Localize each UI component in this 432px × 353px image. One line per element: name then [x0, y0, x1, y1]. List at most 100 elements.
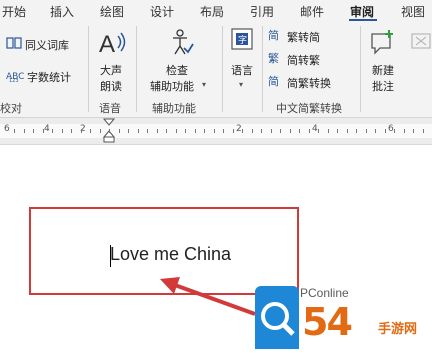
- group-label-accessibility: 辅助功能: [152, 102, 196, 115]
- ruler-tick: [242, 129, 243, 133]
- check-accessibility-button[interactable]: 检查 辅助功能 ▾: [148, 28, 214, 94]
- ruler-tick: [251, 129, 253, 133]
- svg-text:简: 简: [268, 28, 279, 42]
- ruler-tick: [289, 129, 291, 133]
- language-icon: 字: [231, 28, 255, 58]
- ruler-number: 2: [236, 124, 242, 134]
- word-count-icon: ABC 123: [6, 68, 24, 85]
- ruler-tick: [384, 129, 386, 133]
- ruler-number: 6: [4, 124, 10, 134]
- chevron-down-icon: ▾: [239, 80, 244, 89]
- ruler-tick: [137, 129, 139, 133]
- pointer-arrow: [160, 277, 256, 316]
- ruler-tick: [280, 129, 281, 133]
- ruler-tick: [147, 129, 148, 133]
- ruler-tick: [213, 129, 215, 133]
- ruler-tick: [403, 129, 405, 133]
- group-separator: [262, 26, 263, 112]
- trad-to-simp-icon: 简: [268, 28, 284, 45]
- delete-comment-button[interactable]: [408, 28, 432, 68]
- ruler-tick: [299, 129, 300, 133]
- new-comment-label-1: 新建: [372, 64, 394, 77]
- ruler-tick: [14, 129, 15, 133]
- group-separator: [360, 26, 361, 112]
- word-count-button[interactable]: ABC 123 字数统计: [6, 68, 71, 85]
- ruler-tick: [261, 129, 262, 133]
- ruler-tick: [99, 129, 101, 133]
- simplified-to-traditional-button[interactable]: 繁 简转繁: [268, 51, 320, 68]
- ruler-number: 6: [388, 124, 394, 134]
- ruler-tick: [413, 129, 414, 133]
- ruler-tick: [175, 129, 177, 133]
- ruler-tick: [118, 129, 120, 133]
- svg-text:A: A: [99, 31, 115, 58]
- svg-text:繁: 繁: [268, 51, 279, 65]
- check-accessibility-label-2: 辅助功能: [150, 80, 194, 93]
- thesaurus-button[interactable]: 同义词库: [6, 36, 69, 53]
- tab-view[interactable]: 视图: [401, 3, 425, 20]
- new-comment-label-2: 批注: [372, 80, 394, 93]
- svg-text:简: 简: [268, 74, 279, 88]
- ruler-tick: [327, 129, 329, 133]
- ruler-number: 4: [312, 124, 318, 134]
- ruler-tick: [42, 129, 44, 133]
- language-button[interactable]: 字 语言 ▾: [226, 28, 260, 94]
- chinese-conversion-button[interactable]: 简 简繁转换: [268, 74, 331, 91]
- tab-layout[interactable]: 布局: [200, 3, 224, 20]
- tab-review[interactable]: 审阅: [350, 3, 374, 20]
- ruler-strip: [0, 124, 432, 138]
- ruler-tick: [71, 129, 72, 133]
- traditional-to-simplified-button[interactable]: 简 繁转简: [268, 28, 320, 45]
- read-aloud-button[interactable]: A 大声 朗读: [92, 28, 132, 94]
- language-label: 语言: [231, 64, 253, 77]
- tab-mailings[interactable]: 邮件: [300, 3, 324, 20]
- tab-draw[interactable]: 绘图: [100, 3, 124, 20]
- new-comment-icon: [370, 28, 396, 60]
- ruler-tick: [109, 129, 110, 133]
- group-label-speech: 语音: [99, 102, 121, 115]
- ruler-tick: [375, 129, 376, 133]
- ruler-tick: [90, 129, 91, 133]
- chevron-down-icon: ▾: [202, 80, 207, 89]
- svg-text:字: 字: [238, 34, 247, 46]
- ruler-tick: [194, 129, 196, 133]
- ruler-tick: [232, 129, 234, 133]
- chinese-conversion-icon: 简: [268, 74, 284, 91]
- document-text[interactable]: Love me China: [110, 244, 231, 265]
- ribbon-tab-bar: 开始 插入 绘图 设计 布局 引用 邮件 审阅 视图: [0, 0, 432, 22]
- read-aloud-label-2: 朗读: [100, 80, 122, 93]
- thesaurus-icon: [6, 36, 22, 53]
- ruler-tick: [318, 129, 319, 133]
- ruler-tick: [80, 129, 82, 133]
- ruler-number: 4: [44, 124, 50, 134]
- word-count-label: 字数统计: [27, 70, 71, 84]
- ruler-tick: [422, 129, 424, 133]
- check-accessibility-label-1: 检查: [166, 64, 188, 77]
- ruler-tick: [308, 129, 310, 133]
- watermark-caption: 手游网: [378, 322, 418, 337]
- group-separator: [88, 26, 89, 112]
- ruler-tick: [270, 129, 272, 133]
- watermark-logo: [255, 286, 299, 349]
- simp-to-trad-icon: 繁: [268, 51, 284, 68]
- indent-marker-icon[interactable]: [102, 118, 116, 148]
- ruler-tick: [156, 129, 158, 133]
- ribbon-review: 同义词库 ABC 123 字数统计 校对 A 大声 朗读 语音 检查 辅助功能 ▾…: [0, 22, 432, 118]
- read-aloud-label-1: 大声: [100, 64, 122, 77]
- group-separator: [222, 26, 223, 112]
- tab-design[interactable]: 设计: [150, 3, 174, 20]
- ruler-tick: [185, 129, 186, 133]
- tab-home[interactable]: 开始: [2, 3, 26, 20]
- chinese-conversion-label: 简繁转换: [287, 76, 331, 90]
- ruler-tick: [204, 129, 205, 133]
- ruler-tick: [52, 129, 53, 133]
- ruler-tick: [33, 129, 34, 133]
- tab-references[interactable]: 引用: [250, 3, 274, 20]
- trad-to-simp-label: 繁转简: [287, 30, 320, 44]
- new-comment-button[interactable]: 新建 批注: [364, 28, 404, 94]
- active-tab-indicator: [349, 19, 377, 21]
- ruler-tick: [166, 129, 167, 133]
- tab-insert[interactable]: 插入: [50, 3, 74, 20]
- watermark-site-name: PConline: [300, 286, 349, 300]
- horizontal-ruler[interactable]: 6 4 2 2 4 6: [0, 118, 432, 145]
